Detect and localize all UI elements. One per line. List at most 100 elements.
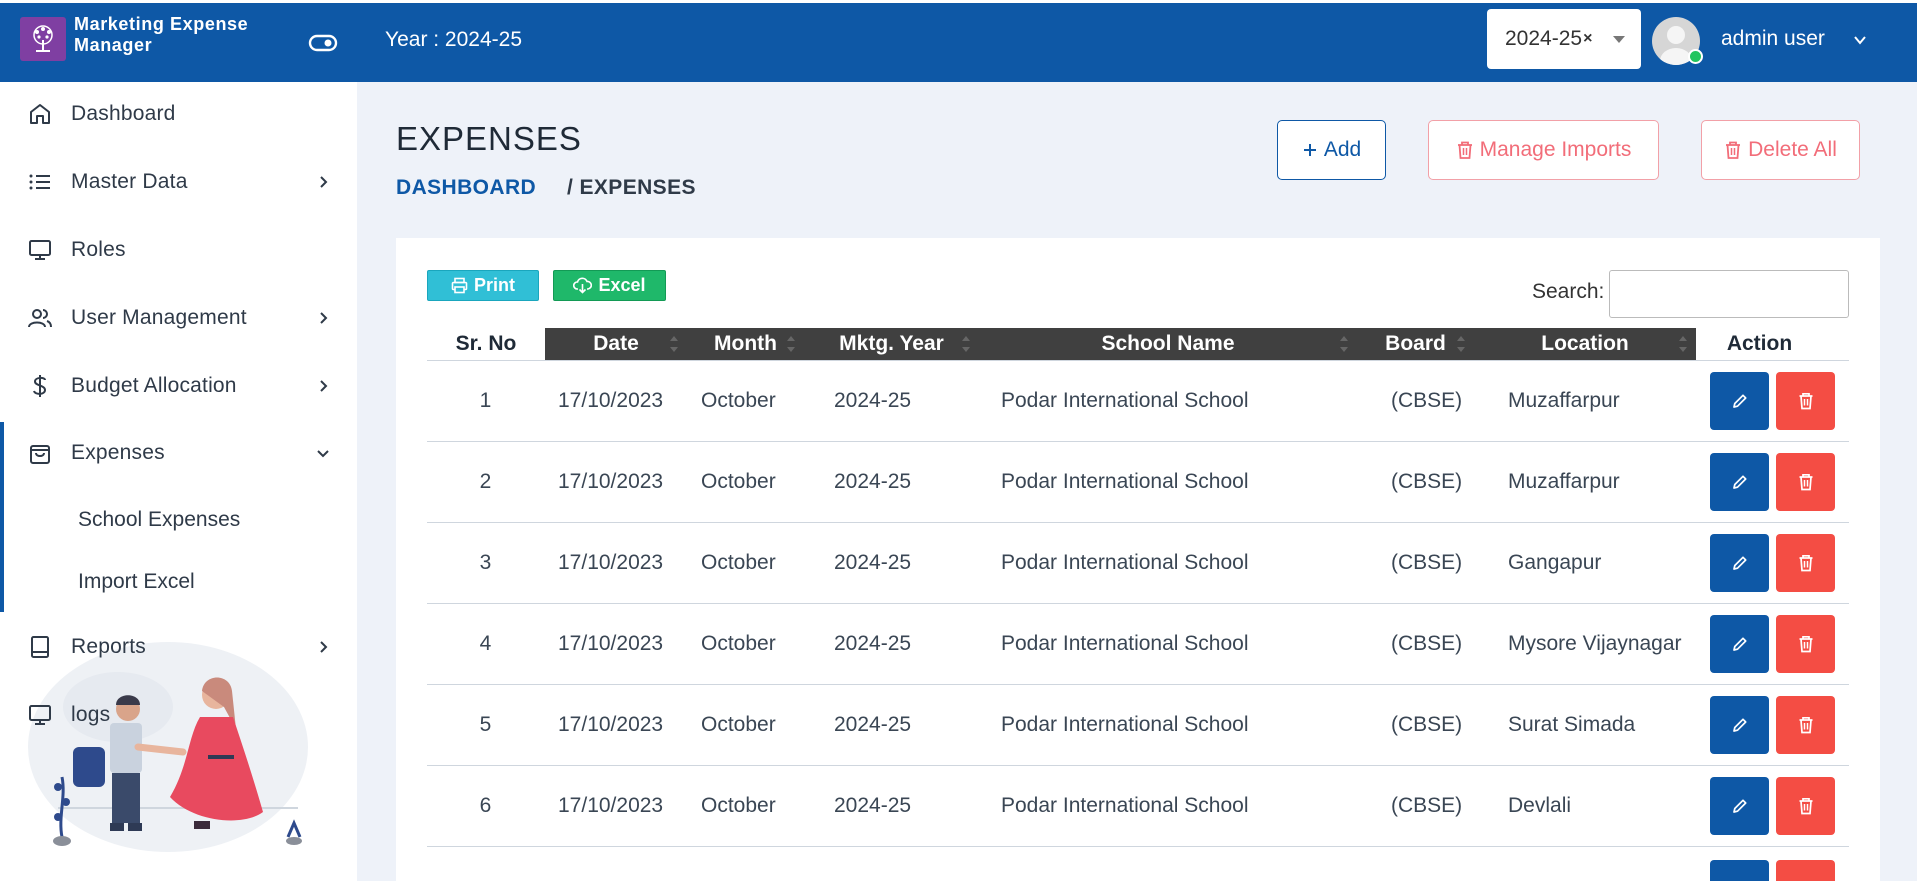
trash-icon	[1799, 635, 1812, 653]
column-header-school-name[interactable]: School Name	[979, 328, 1357, 360]
column-header-location[interactable]: Location	[1474, 328, 1696, 360]
delete-button[interactable]	[1776, 372, 1835, 430]
column-header-mktg-year[interactable]: Mktg. Year	[804, 328, 979, 360]
monitor-icon	[29, 705, 51, 725]
cell-board: (CBSE)	[1391, 632, 1463, 655]
column-header-sr-no[interactable]: Sr. No	[427, 328, 545, 360]
sidebar-item-expenses[interactable]: Expenses	[0, 428, 357, 478]
cell-sr-no: 2	[479, 470, 492, 493]
book-icon	[31, 636, 49, 658]
print-button-label: Print	[473, 275, 515, 295]
edit-button[interactable]	[1710, 534, 1769, 592]
edit-button[interactable]	[1710, 860, 1769, 881]
sidebar-toggle-icon[interactable]	[308, 33, 338, 53]
cell-date: 17/10/2023	[558, 794, 664, 817]
chevron-right-icon	[320, 380, 328, 392]
cell-sr-no: 4	[479, 632, 492, 655]
delete-button[interactable]	[1776, 453, 1835, 511]
manage-imports-button[interactable]: Manage Imports	[1428, 120, 1659, 180]
search-label: Search:	[1532, 280, 1605, 303]
cell-school-name: Podar International School	[1001, 632, 1249, 655]
user-menu[interactable]: admin user	[1721, 27, 1825, 51]
sort-icon	[787, 336, 795, 352]
sidebar-subitem-school-expenses[interactable]: School Expenses	[78, 508, 240, 532]
delete-button[interactable]	[1776, 696, 1835, 754]
year-select-value: 2024-25	[1505, 27, 1583, 50]
column-header-board[interactable]: Board	[1357, 328, 1474, 360]
cell-location: Gangapur	[1508, 551, 1602, 574]
cell-board: (CBSE)	[1391, 713, 1463, 736]
sidebar-subitem-import-excel[interactable]: Import Excel	[78, 570, 195, 594]
cloud-download-icon	[573, 277, 593, 294]
cell-sr-no: 1	[479, 389, 492, 412]
print-button[interactable]: Print	[427, 270, 539, 301]
sidebar-item-label: Reports	[71, 635, 146, 658]
sidebar-item-label: User Management	[71, 306, 247, 329]
home-icon	[30, 104, 50, 124]
cell-month: October	[701, 713, 776, 736]
cell-date: 17/10/2023	[558, 713, 664, 736]
printer-icon	[451, 277, 468, 294]
cell-location: Mysore Vijaynagar	[1508, 632, 1682, 655]
sidebar-item-label: Budget Allocation	[71, 374, 237, 397]
cell-mktg-year: 2024-25	[834, 551, 912, 574]
tree-logo-icon	[33, 25, 53, 52]
sidebar-item-label: Dashboard	[71, 102, 176, 125]
pencil-icon	[1732, 394, 1747, 408]
column-header-date[interactable]: Date	[545, 328, 687, 360]
sidebar-item-user-management[interactable]: User Management	[0, 293, 357, 343]
table-row: 5 17/10/2023 October 2024-25 Podar Inter…	[427, 685, 1849, 766]
add-button[interactable]: Add	[1277, 120, 1386, 180]
sidebar: Dashboard Master Data Roles User Managem…	[0, 82, 357, 881]
manage-imports-label: Manage Imports	[1479, 138, 1632, 161]
chevron-right-icon	[320, 312, 328, 324]
cell-month: October	[701, 470, 776, 493]
sort-icon	[1340, 336, 1348, 352]
edit-button[interactable]	[1710, 696, 1769, 754]
sidebar-item-master-data[interactable]: Master Data	[0, 157, 357, 207]
sidebar-item-roles[interactable]: Roles	[0, 225, 357, 275]
sidebar-item-dashboard[interactable]: Dashboard	[0, 89, 357, 139]
cell-month: October	[701, 551, 776, 574]
breadcrumb-current: / EXPENSES	[567, 176, 696, 199]
clear-icon[interactable]: ×	[1583, 30, 1592, 48]
excel-button-label: Excel	[598, 275, 646, 295]
users-icon	[28, 309, 52, 328]
delete-all-button[interactable]: Delete All	[1701, 120, 1860, 180]
delete-button[interactable]	[1776, 615, 1835, 673]
edit-button[interactable]	[1710, 615, 1769, 673]
app-logo[interactable]	[20, 17, 66, 61]
cell-location: Devlali	[1508, 794, 1572, 817]
cell-date: 17/10/2023	[558, 632, 664, 655]
delete-button[interactable]	[1776, 534, 1835, 592]
pencil-icon	[1732, 475, 1747, 489]
cell-date: 17/10/2023	[558, 470, 664, 493]
excel-export-button[interactable]: Excel	[553, 270, 666, 301]
chevron-down-icon	[317, 450, 329, 458]
breadcrumb-dashboard-link[interactable]: DASHBOARD	[396, 176, 536, 200]
year-select[interactable]: 2024-25 ×	[1487, 9, 1641, 69]
online-status-dot	[1688, 49, 1703, 64]
chevron-down-icon[interactable]	[1853, 33, 1867, 47]
current-year-label: Year : 2024-25	[385, 28, 523, 51]
search-input[interactable]	[1609, 270, 1849, 318]
top-header: Marketing Expense Manager Year : 2024-25…	[0, 0, 1917, 82]
cell-location: Muzaffarpur	[1508, 389, 1620, 412]
cell-mktg-year: 2024-25	[834, 794, 912, 817]
table-row: 3 17/10/2023 October 2024-25 Podar Inter…	[427, 523, 1849, 604]
trash-icon	[1799, 554, 1812, 572]
edit-button[interactable]	[1710, 453, 1769, 511]
delete-button[interactable]	[1776, 777, 1835, 835]
delete-button[interactable]	[1776, 860, 1835, 881]
cell-date: 17/10/2023	[558, 389, 664, 412]
shopping-bag-icon	[30, 445, 50, 464]
sidebar-item-label: Master Data	[71, 170, 188, 193]
column-header-month[interactable]: Month	[687, 328, 804, 360]
cell-month: October	[701, 389, 776, 412]
sidebar-item-logs[interactable]: logs	[0, 690, 357, 740]
edit-button[interactable]	[1710, 372, 1769, 430]
sidebar-item-budget-allocation[interactable]: Budget Allocation	[0, 361, 357, 411]
edit-button[interactable]	[1710, 777, 1769, 835]
dollar-icon	[33, 375, 47, 397]
sidebar-item-reports[interactable]: Reports	[0, 622, 357, 672]
